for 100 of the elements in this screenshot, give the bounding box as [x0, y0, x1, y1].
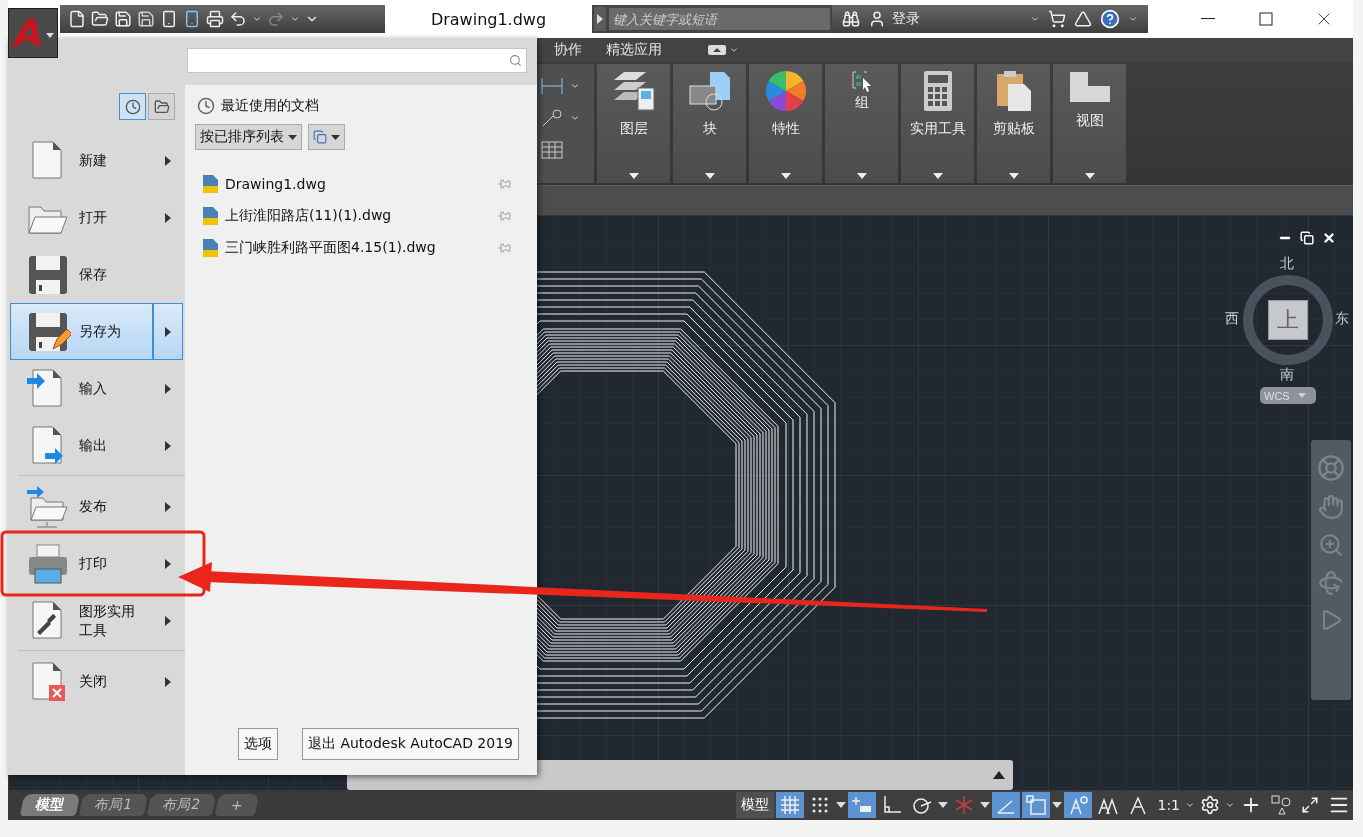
zoom-icon	[1318, 532, 1344, 558]
windows-icon	[313, 130, 327, 144]
ribbon-panel[interactable]: 特性	[749, 64, 822, 183]
exit-button[interactable]: 退出 Autodesk AutoCAD 2019	[301, 728, 519, 760]
caret-icon[interactable]	[836, 802, 847, 808]
caret-icon[interactable]	[1052, 802, 1063, 808]
ortho-icon	[881, 794, 904, 816]
sort-dropdown[interactable]: 按已排序列表	[195, 124, 302, 150]
status-toggle[interactable]	[1064, 792, 1093, 818]
menu-command[interactable]: 另存为	[10, 303, 183, 360]
menu-search-field[interactable]	[187, 48, 527, 73]
menu-command[interactable]: 输出	[10, 417, 183, 474]
caret-icon	[1185, 800, 1195, 810]
save-icon	[114, 10, 132, 28]
caret-icon[interactable]	[980, 802, 991, 808]
search-field[interactable]: 键入关键字或短语	[609, 8, 830, 30]
save-as-icon	[137, 10, 155, 28]
ribbon-panel[interactable]: 图层	[597, 64, 670, 183]
menu-command[interactable]: 保存	[10, 246, 183, 303]
group-icon	[850, 70, 873, 92]
maximize-icon	[1259, 12, 1273, 26]
open-documents-button[interactable]	[148, 93, 175, 120]
binoculars-icon	[842, 10, 860, 28]
recent-documents-button[interactable]	[119, 93, 146, 120]
compass-label: 东	[1335, 310, 1349, 328]
ribbon-panel[interactable]: 剪贴板	[977, 64, 1050, 183]
clock-document-icon	[124, 98, 141, 115]
caret-icon	[1225, 800, 1235, 810]
add-layout-button[interactable]: +	[214, 794, 259, 816]
compass-label: 北	[1280, 255, 1294, 273]
status-toggle[interactable]	[848, 792, 877, 818]
clock-icon	[197, 97, 215, 115]
minimize-icon	[1201, 18, 1215, 20]
menu-command[interactable]: 新建	[10, 132, 183, 189]
recent-file[interactable]: 三门峡胜利路平面图4.15(1).dwg	[225, 239, 491, 257]
phone-icon	[160, 10, 178, 28]
ribbon-panel[interactable]: 实用工具	[901, 64, 974, 183]
caret-icon	[1298, 393, 1306, 398]
model-space-button[interactable]: 模型	[736, 792, 775, 818]
menu-command[interactable]: 输入	[10, 360, 183, 417]
expand-button[interactable]	[594, 7, 606, 31]
caret-icon	[1084, 173, 1095, 179]
ribbon-panel[interactable]: 组	[825, 64, 898, 183]
folder-icon	[153, 98, 170, 115]
status-toggle[interactable]	[1022, 792, 1051, 818]
ribbon-tab[interactable]: 精选应用	[598, 39, 670, 61]
triangle-icon	[1074, 10, 1092, 28]
ribbon-toggle-icon[interactable]	[708, 45, 739, 55]
display-dropdown[interactable]	[308, 124, 345, 150]
calculator-icon	[922, 70, 953, 112]
undo-icon	[229, 10, 247, 28]
caret-icon	[993, 771, 1005, 779]
menu-command[interactable]: 打印	[10, 535, 183, 592]
menu-command[interactable]: 发布	[10, 478, 183, 535]
layout-tab[interactable]: 布局2	[146, 794, 217, 816]
caret-icon	[331, 134, 340, 140]
recent-file[interactable]: 上街淮阳路店(11)(1).dwg	[225, 207, 491, 225]
status-toggle[interactable]	[992, 792, 1021, 818]
menu-command[interactable]: 关闭	[10, 653, 183, 710]
options-button[interactable]: 选项	[237, 728, 278, 760]
dwg-file-icon	[201, 174, 219, 194]
fullscreen-icon	[1301, 796, 1319, 814]
block-icon	[687, 70, 732, 112]
window-title: Drawing1.dwg	[429, 9, 548, 29]
open-folder-icon	[91, 10, 109, 28]
caret-icon	[1128, 14, 1138, 24]
status-toggle[interactable]	[776, 792, 805, 818]
caret-icon	[780, 173, 791, 179]
table-icon	[541, 141, 563, 159]
search-icon	[509, 54, 522, 67]
restore-icon	[1300, 231, 1314, 245]
ribbon-tab[interactable]: 协作	[546, 39, 590, 61]
annotation-scale-button[interactable]: 1:1	[1154, 792, 1183, 818]
menu-command[interactable]: 打开	[10, 189, 183, 246]
shapes-icon	[1270, 794, 1292, 816]
recent-file[interactable]: Drawing1.dwg	[225, 176, 491, 192]
caret-icon	[570, 81, 580, 91]
caret-icon[interactable]	[938, 802, 949, 808]
steering-wheel-icon	[1317, 454, 1345, 482]
caret-icon	[1008, 173, 1019, 179]
grid-icon	[779, 794, 802, 816]
caret-icon	[856, 173, 867, 179]
new-file-icon	[68, 10, 86, 28]
orbit-icon	[1318, 570, 1344, 596]
annomonitor-icon	[1067, 794, 1090, 816]
view-icon	[1067, 70, 1112, 104]
dimension-icon	[540, 76, 564, 96]
ribbon-panel[interactable]: 块	[673, 64, 746, 183]
arrow-icon	[597, 14, 603, 24]
layout-tab[interactable]: 模型	[19, 794, 81, 816]
menu-command[interactable]: 图形实用工具	[10, 592, 183, 649]
printer-icon	[206, 10, 224, 28]
layout-tab[interactable]: 布局1	[78, 794, 149, 816]
caret-icon	[628, 173, 639, 179]
color-wheel-icon	[764, 70, 807, 112]
compass-label: 南	[1280, 366, 1294, 384]
caret-icon	[1030, 14, 1040, 24]
compass-label: 西	[1225, 310, 1239, 328]
caret-icon	[570, 113, 580, 123]
ribbon-panel[interactable]: 视图	[1053, 64, 1126, 183]
